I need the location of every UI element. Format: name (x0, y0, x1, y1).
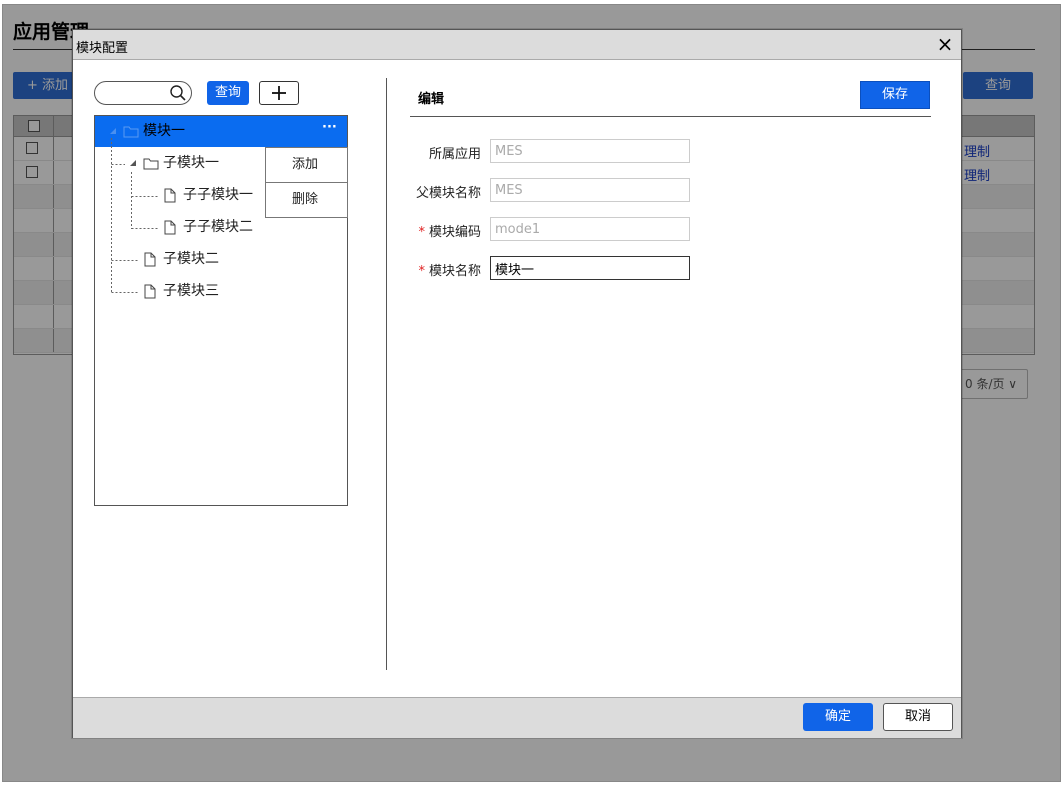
tree-node-label[interactable]: 子子模块二 (183, 216, 253, 238)
folder-icon (143, 158, 159, 170)
save-button[interactable]: 保存 (860, 81, 930, 109)
dialog-header: 模块配置 × (73, 30, 961, 60)
node-more-icon[interactable]: ··· (322, 120, 337, 135)
tree-query-button[interactable]: 查询 (207, 81, 249, 105)
context-menu-add[interactable]: 添加 (266, 148, 347, 182)
search-icon[interactable] (169, 84, 187, 102)
context-menu-delete[interactable]: 删除 (266, 183, 347, 217)
app-field[interactable] (490, 139, 690, 163)
module-name-field[interactable] (490, 256, 690, 280)
tree-node-label[interactable]: 子模块一 (163, 152, 219, 174)
dialog-footer: 确定 取消 (73, 697, 961, 738)
edit-section-title: 编辑 (418, 92, 445, 107)
field-label-name: * 模块名称 (418, 264, 481, 279)
field-label-app: 所属应用 (428, 147, 481, 162)
tree-node-label[interactable]: 子模块二 (163, 248, 219, 270)
module-config-dialog: 模块配置 × 查询 模块一 ··· 子模块一 子子模块一 子子模块二 子模块二 … (72, 29, 962, 738)
node-context-menu: 添加 删除 (265, 147, 348, 218)
close-icon[interactable]: × (935, 32, 955, 56)
edit-header-divider (410, 116, 931, 117)
expand-caret-icon[interactable] (109, 127, 117, 135)
module-code-field[interactable] (490, 217, 690, 241)
parent-module-field[interactable] (490, 178, 690, 202)
dialog-title: 模块配置 (76, 41, 129, 56)
file-icon (144, 252, 156, 267)
cancel-button[interactable]: 取消 (883, 703, 953, 731)
add-node-button[interactable] (259, 81, 299, 105)
tree-node-label[interactable]: 子模块三 (163, 280, 219, 302)
folder-icon (123, 126, 139, 138)
confirm-button[interactable]: 确定 (803, 703, 873, 731)
panel-divider (386, 78, 387, 670)
required-mark: * (418, 264, 425, 279)
file-icon (164, 188, 176, 203)
file-icon (164, 220, 176, 235)
tree-node-label[interactable]: 模块一 (143, 120, 185, 142)
field-label-parent: 父模块名称 (415, 186, 481, 201)
plus-icon (272, 86, 286, 100)
required-mark: * (418, 225, 425, 240)
field-label-code: * 模块编码 (418, 225, 481, 240)
file-icon (144, 284, 156, 299)
tree-node-label[interactable]: 子子模块一 (183, 184, 253, 206)
expand-caret-icon[interactable] (129, 159, 137, 167)
